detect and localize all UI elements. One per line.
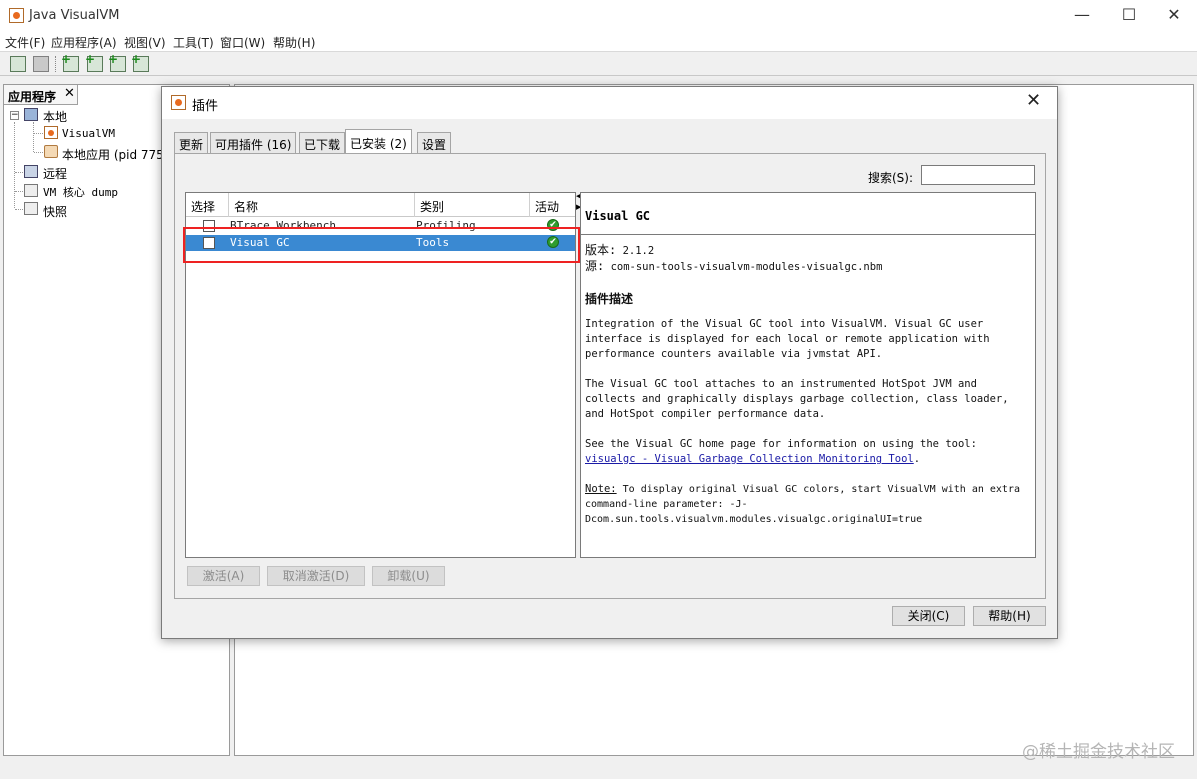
remote-host-icon [24, 165, 38, 178]
tab-updates[interactable]: 更新 [174, 132, 209, 153]
annotation-highlight-box [183, 227, 580, 263]
applications-tab[interactable]: 应用程序 ✕ [4, 85, 78, 105]
tab-available-plugins[interactable]: 可用插件 (16) [210, 132, 297, 153]
menu-file[interactable]: 文件(F) [5, 34, 45, 51]
plugin-details-title: Visual GC [581, 193, 1035, 235]
close-dialog-button[interactable]: 关闭(C) [892, 606, 965, 626]
column-name[interactable]: 名称 [229, 193, 415, 217]
add-jmx-connection-button[interactable]: + [61, 52, 81, 74]
deactivate-button[interactable]: 取消激活(D) [267, 566, 365, 586]
watermark: @稀土掘金技术社区 [1022, 742, 1175, 762]
description-paragraph-2: The Visual GC tool attaches to an instru… [585, 378, 1009, 420]
menu-bar: 文件(F) 应用程序(A) 视图(V) 工具(T) 窗口(W) 帮助(H) [0, 32, 1197, 52]
load-snapshot-button[interactable] [8, 54, 28, 74]
local-host-icon [24, 108, 38, 121]
dialog-close-icon[interactable]: ✕ [1026, 90, 1041, 111]
toolbar-separator [55, 56, 56, 72]
tree-item-vm-coredump[interactable]: VM 核心 dump [43, 184, 118, 200]
java-app-icon [44, 145, 58, 158]
tab-downloaded[interactable]: 已下载 [299, 132, 346, 153]
visualvm-app-icon [9, 8, 24, 23]
para3-suffix: . [913, 453, 921, 465]
plus-icon: + [108, 52, 119, 66]
window-title: Java VisualVM [29, 8, 120, 23]
tree-collapse-icon[interactable]: − [10, 111, 19, 120]
plugins-dialog: 插件 ✕ 更新 可用插件 (16) 已下载 已安装 (2) 设置 搜索(S): … [161, 86, 1058, 639]
installed-tab-content: 搜索(S): 选择 名称 类别 活动 BTrace Workbench Prof… [174, 153, 1046, 599]
add-vm-coredump-button[interactable]: + [108, 52, 128, 74]
menu-application[interactable]: 应用程序(A) [51, 34, 117, 51]
add-snapshot-button[interactable]: + [131, 52, 151, 74]
table-header: 选择 名称 类别 活动 [186, 193, 575, 217]
plugin-details-body: 版本: 2.1.2 源: com-sun-tools-visualvm-modu… [585, 243, 1029, 527]
description-heading: 插件描述 [585, 292, 634, 306]
activate-button[interactable]: 激活(A) [187, 566, 260, 586]
toolbar: + + + + [0, 52, 1197, 76]
tab-installed[interactable]: 已安装 (2) [345, 129, 412, 153]
applications-tab-close-icon[interactable]: ✕ [64, 86, 75, 101]
tree-guide-line [34, 152, 43, 153]
minimize-button[interactable]: — [1059, 2, 1105, 30]
note-paragraph: Note: To display original Visual GC colo… [585, 482, 1029, 527]
snapshots-icon [24, 202, 38, 215]
window-titlebar: Java VisualVM — ☐ ✕ [0, 0, 1197, 32]
help-button[interactable]: 帮助(H) [973, 606, 1046, 626]
plugin-details-panel: Visual GC 版本: 2.1.2 源: com-sun-tools-vis… [580, 192, 1036, 558]
tree-item-visualvm[interactable]: VisualVM [62, 127, 115, 140]
vm-coredump-icon [24, 184, 38, 197]
search-input[interactable] [921, 165, 1035, 185]
tree-guide-line [15, 209, 23, 210]
plus-icon: + [61, 52, 72, 66]
menu-view[interactable]: 视图(V) [124, 34, 166, 51]
tree-item-local[interactable]: 本地 [43, 108, 67, 125]
menu-help[interactable]: 帮助(H) [273, 34, 315, 51]
plus-icon: + [85, 52, 96, 66]
search-label: 搜索(S): [868, 171, 914, 185]
visualgc-home-link[interactable]: visualgc - Visual Garbage Collection Mon… [585, 453, 914, 465]
description-paragraph-3: See the Visual GC home page for informat… [585, 437, 1029, 467]
tab-settings[interactable]: 设置 [417, 132, 452, 153]
tree-guide-line [14, 122, 15, 208]
close-window-button[interactable]: ✕ [1151, 2, 1197, 30]
column-category[interactable]: 类别 [415, 193, 530, 217]
visualvm-dialog-icon [171, 95, 186, 110]
tree-guide-line [15, 172, 23, 173]
maximize-button[interactable]: ☐ [1106, 2, 1152, 30]
column-select[interactable]: 选择 [186, 193, 229, 217]
tree-item-local-app[interactable]: 本地应用 (pid 775 [62, 146, 164, 163]
uninstall-button[interactable]: 卸载(U) [372, 566, 445, 586]
source-value: com-sun-tools-visualvm-modules-visualgc.… [610, 261, 883, 273]
dialog-title: 插件 [192, 99, 219, 114]
dialog-titlebar: 插件 ✕ [162, 87, 1057, 119]
note-label: Note: [585, 483, 617, 495]
para3-text: See the Visual GC home page for informat… [585, 438, 977, 450]
add-remote-host-button[interactable]: + [85, 52, 105, 74]
status-bar [0, 758, 1197, 779]
tree-guide-line [34, 133, 43, 134]
visualvm-icon [44, 126, 58, 139]
tree-item-snapshots[interactable]: 快照 [43, 203, 67, 220]
tree-guide-line [15, 191, 23, 192]
save-icon [33, 56, 49, 72]
folder-icon [10, 56, 26, 72]
menu-tools[interactable]: 工具(T) [173, 34, 214, 51]
version-value: 2.1.2 [622, 245, 655, 257]
source-label: 源: [585, 259, 605, 273]
menu-window[interactable]: 窗口(W) [220, 34, 265, 51]
version-label: 版本: [585, 243, 617, 257]
tree-guide-line [33, 122, 34, 152]
tree-item-remote[interactable]: 远程 [43, 165, 67, 182]
description-paragraph-1: Integration of the Visual GC tool into V… [585, 318, 990, 360]
note-text: To display original Visual GC colors, st… [585, 484, 1020, 525]
applications-tab-label: 应用程序 [8, 90, 57, 104]
plus-icon: + [131, 52, 142, 66]
save-button[interactable] [31, 54, 51, 74]
column-active[interactable]: 活动 [530, 193, 575, 217]
